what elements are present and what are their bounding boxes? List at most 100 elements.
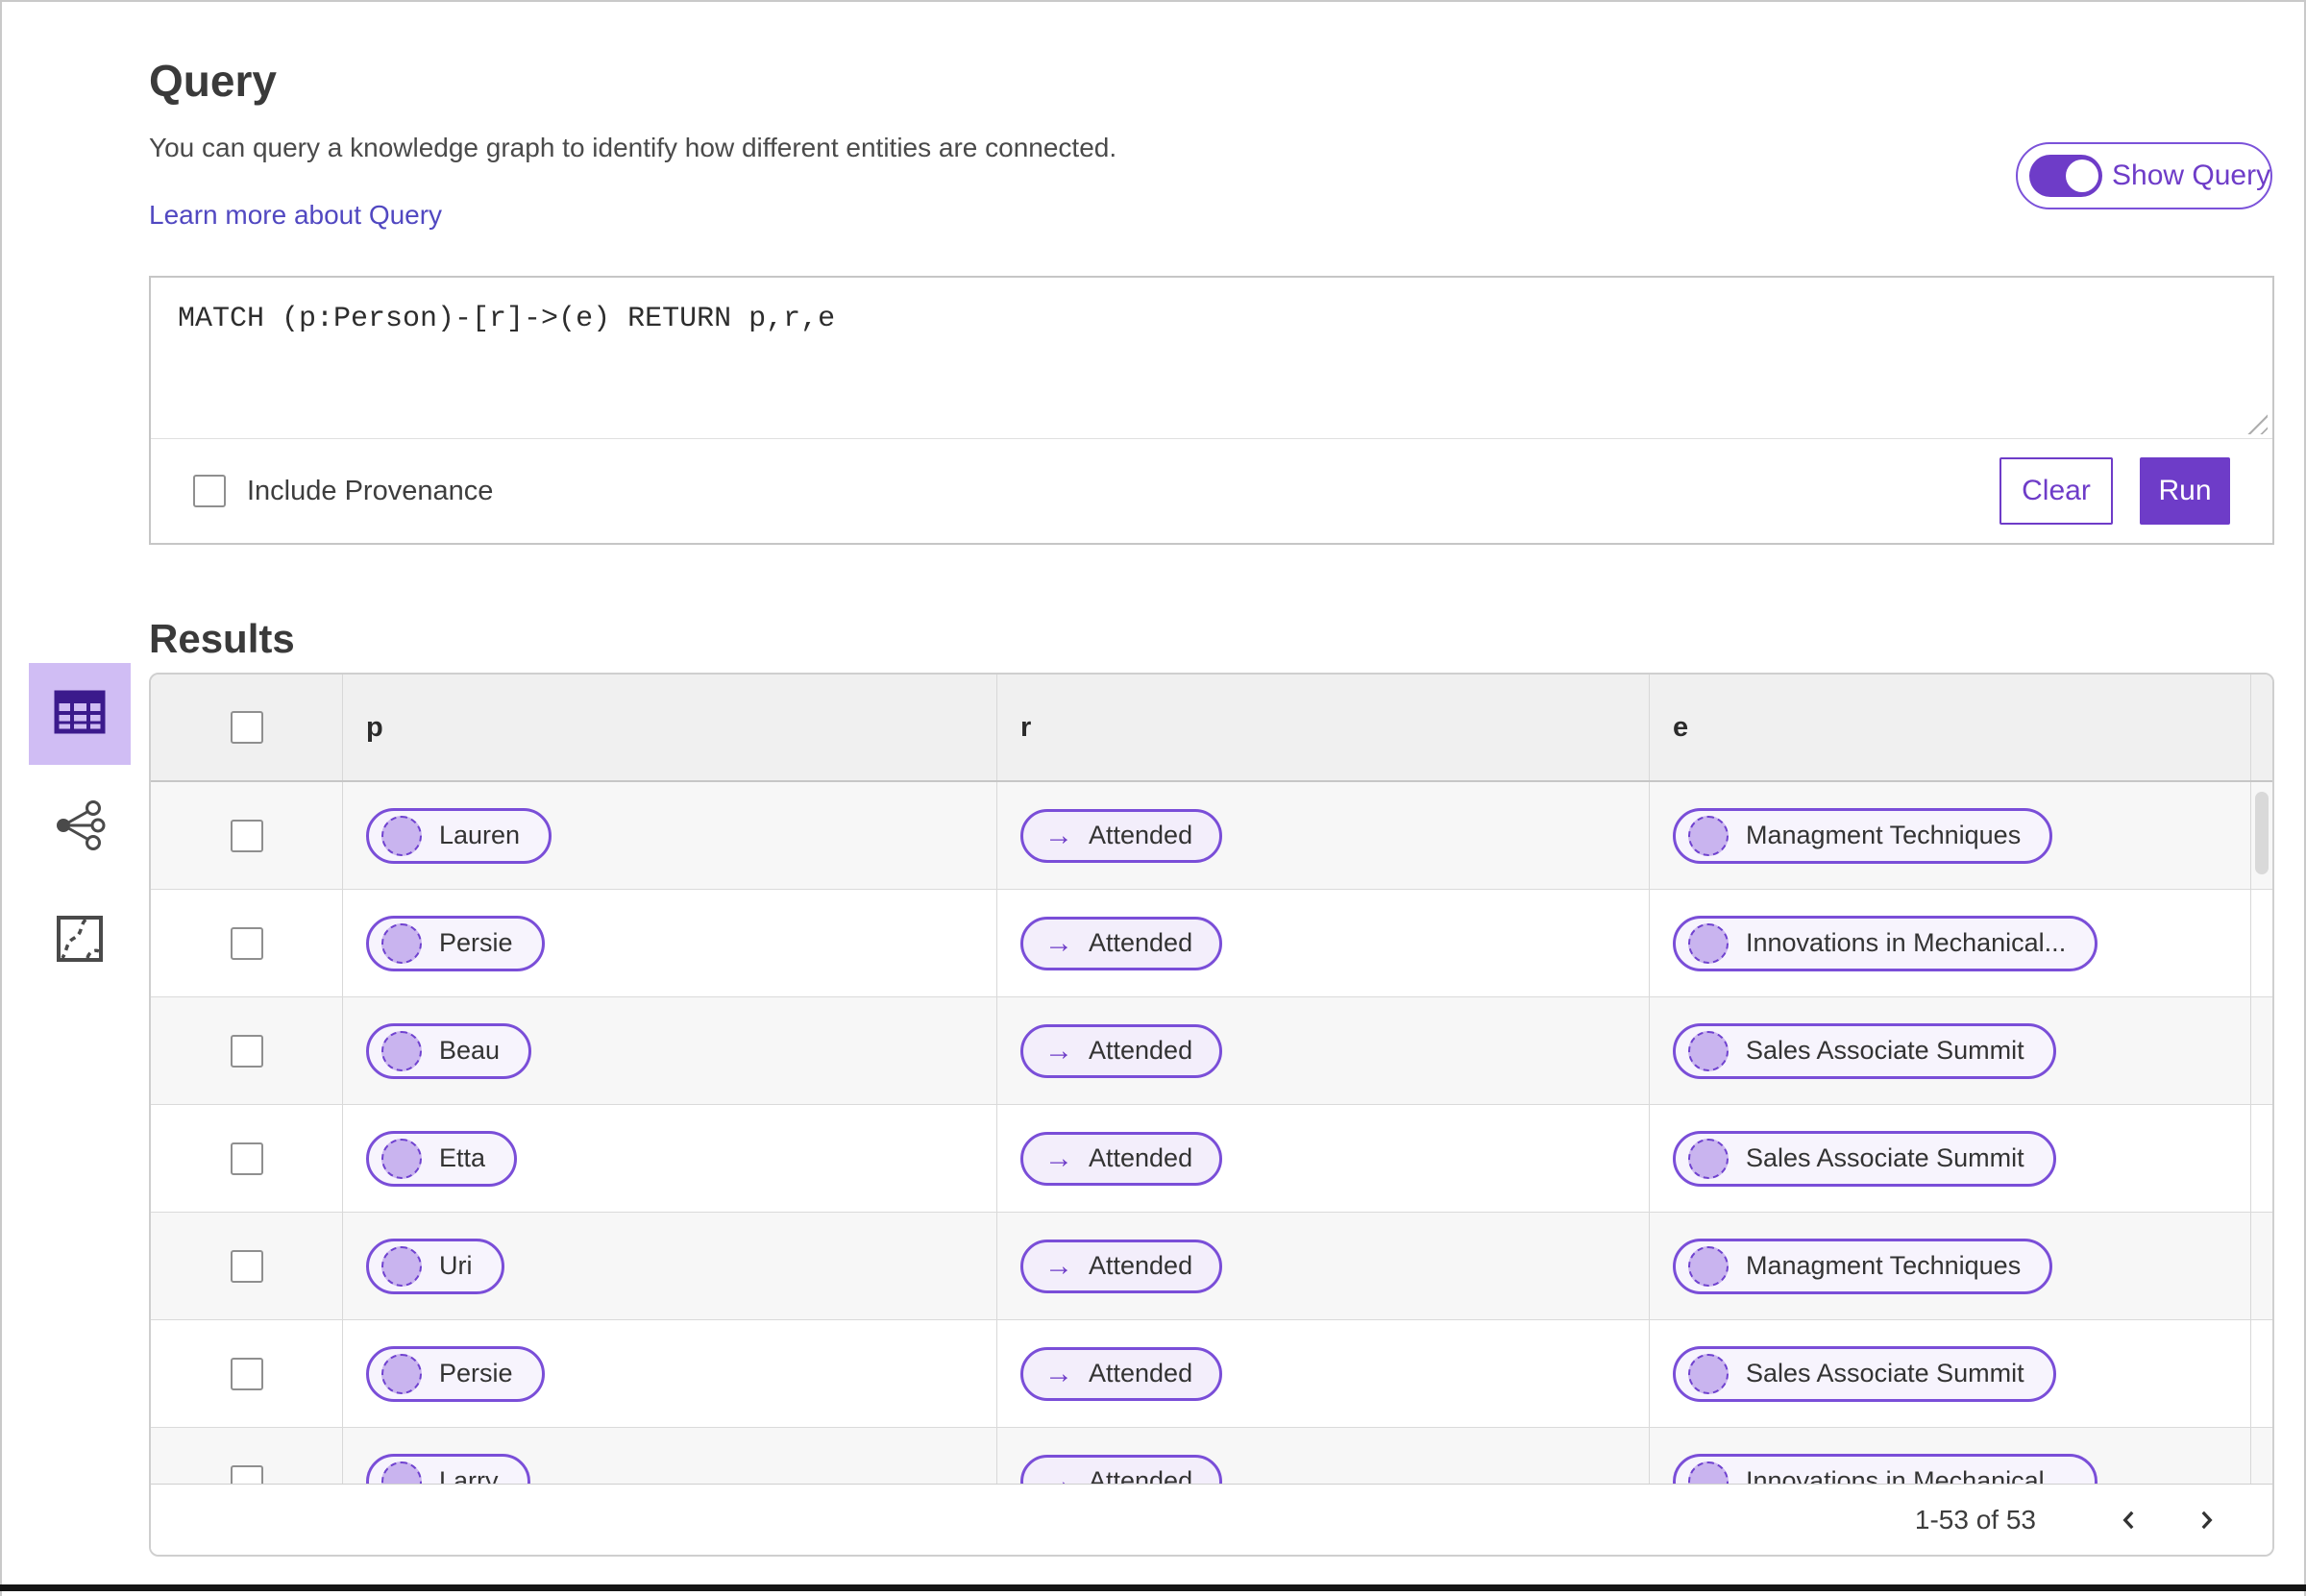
entity-pill[interactable]: Managment Techniques xyxy=(1673,807,2053,864)
node-circle-icon xyxy=(381,1461,422,1485)
tab-map-view[interactable] xyxy=(29,890,131,992)
entity-label: Larry xyxy=(439,1466,499,1485)
row-cell-e: Innovations in Mechanical... xyxy=(1650,890,2251,996)
table-row: Uri → Attended Managment Techniques xyxy=(151,1213,2272,1320)
relation-label: Attended xyxy=(1089,1359,1193,1387)
row-cell-p: Lauren xyxy=(343,782,997,889)
row-cell-e: Managment Techniques xyxy=(1650,1213,2251,1319)
row-cell-e: Sales Associate Summit xyxy=(1650,1320,2251,1427)
table-body: Lauren → Attended Managment Techniques Pe… xyxy=(151,782,2272,1485)
network-icon xyxy=(52,798,108,858)
show-query-toggle[interactable]: Show Query xyxy=(2016,142,2272,209)
select-all-checkbox[interactable] xyxy=(230,711,263,744)
toggle-knob xyxy=(2066,160,2098,192)
run-button[interactable]: Run xyxy=(2140,457,2230,525)
scrollbar-gutter xyxy=(2251,675,2272,780)
row-cell-e: Sales Associate Summit xyxy=(1650,997,2251,1104)
node-circle-icon xyxy=(381,815,422,856)
relation-pill[interactable]: → Attended xyxy=(1020,808,1223,863)
row-checkbox[interactable] xyxy=(230,1357,263,1390)
entity-pill[interactable]: Sales Associate Summit xyxy=(1673,1130,2056,1187)
row-checkbox[interactable] xyxy=(230,819,263,852)
entity-pill[interactable]: Sales Associate Summit xyxy=(1673,1022,2056,1079)
relation-label: Attended xyxy=(1089,1036,1193,1065)
entity-label: Sales Associate Summit xyxy=(1746,1036,2024,1065)
relation-pill[interactable]: → Attended xyxy=(1020,1454,1223,1485)
row-cell-checkbox xyxy=(151,1428,343,1485)
entity-pill[interactable]: Beau xyxy=(366,1022,532,1079)
entity-pill[interactable]: Persie xyxy=(366,915,545,971)
scrollbar-gutter xyxy=(2251,890,2272,996)
row-cell-r: → Attended xyxy=(997,997,1650,1104)
scrollbar-gutter xyxy=(2251,1320,2272,1427)
relation-pill[interactable]: → Attended xyxy=(1020,1023,1223,1078)
relation-label: Attended xyxy=(1089,928,1193,957)
row-cell-r: → Attended xyxy=(997,1105,1650,1212)
entity-pill[interactable]: Innovations in Mechanical... xyxy=(1673,1453,2098,1485)
entity-pill[interactable]: Uri xyxy=(366,1238,504,1294)
entity-pill[interactable]: Persie xyxy=(366,1345,545,1402)
node-circle-icon xyxy=(381,922,422,964)
entity-pill[interactable]: Innovations in Mechanical... xyxy=(1673,915,2098,971)
row-cell-p: Larry xyxy=(343,1428,997,1485)
chevron-left-icon[interactable] xyxy=(2103,1494,2155,1546)
node-circle-icon xyxy=(1688,1353,1729,1394)
arrow-right-icon: → xyxy=(1044,1142,1073,1174)
relation-pill[interactable]: → Attended xyxy=(1020,916,1223,970)
tab-table-view[interactable] xyxy=(29,663,131,765)
node-circle-icon xyxy=(1688,1030,1729,1071)
node-circle-icon xyxy=(1688,1138,1729,1179)
toggle-on-icon[interactable] xyxy=(2029,155,2102,197)
row-cell-checkbox xyxy=(151,1105,343,1212)
entity-label: Managment Techniques xyxy=(1746,821,2022,849)
node-circle-icon xyxy=(1688,1245,1729,1287)
include-provenance-checkbox[interactable] xyxy=(193,475,226,507)
results-title: Results xyxy=(149,615,295,661)
vertical-scrollbar-thumb[interactable] xyxy=(2255,792,2269,874)
clear-button[interactable]: Clear xyxy=(1999,457,2113,525)
show-query-label: Show Query xyxy=(2112,160,2271,191)
row-cell-p: Beau xyxy=(343,997,997,1104)
scrollbar-gutter xyxy=(2251,1428,2272,1485)
pagination-bar: 1-53 of 53 xyxy=(151,1484,2272,1555)
tab-graph-view[interactable] xyxy=(29,776,131,878)
entity-label: Lauren xyxy=(439,821,521,849)
row-cell-p: Etta xyxy=(343,1105,997,1212)
row-checkbox[interactable] xyxy=(230,1464,263,1485)
row-cell-checkbox xyxy=(151,782,343,889)
row-cell-r: → Attended xyxy=(997,782,1650,889)
entity-pill[interactable]: Sales Associate Summit xyxy=(1673,1345,2056,1402)
entity-pill[interactable]: Larry xyxy=(366,1453,530,1485)
entity-pill[interactable]: Lauren xyxy=(366,807,552,864)
chevron-right-icon[interactable] xyxy=(2180,1494,2232,1546)
row-cell-checkbox xyxy=(151,890,343,996)
relation-pill[interactable]: → Attended xyxy=(1020,1239,1223,1293)
entity-pill[interactable]: Etta xyxy=(366,1130,518,1187)
table-row: Larry → Attended Innovations in Mechanica… xyxy=(151,1428,2272,1485)
query-textarea[interactable]: MATCH (p:Person)-[r]->(e) RETURN p,r,e xyxy=(151,278,2272,439)
relation-pill[interactable]: → Attended xyxy=(1020,1346,1223,1401)
row-cell-r: → Attended xyxy=(997,1213,1650,1319)
row-cell-r: → Attended xyxy=(997,890,1650,996)
entity-label: Etta xyxy=(439,1143,486,1172)
row-checkbox[interactable] xyxy=(230,1142,263,1175)
row-checkbox[interactable] xyxy=(230,926,263,960)
entity-pill[interactable]: Managment Techniques xyxy=(1673,1238,2053,1294)
node-circle-icon xyxy=(1688,922,1729,964)
arrow-right-icon: → xyxy=(1044,926,1073,959)
row-checkbox[interactable] xyxy=(230,1034,263,1068)
table-row: Etta → Attended Sales Associate Summit xyxy=(151,1105,2272,1213)
table-row: Persie → Attended Innovations in Mechanic… xyxy=(151,890,2272,997)
scrollbar-gutter xyxy=(2251,1105,2272,1212)
entity-label: Beau xyxy=(439,1036,501,1065)
page-range-label: 1-53 of 53 xyxy=(1914,1504,2036,1535)
include-provenance-label: Include Provenance xyxy=(247,475,494,506)
relation-pill[interactable]: → Attended xyxy=(1020,1131,1223,1186)
scrollbar-gutter xyxy=(2251,1213,2272,1319)
table-row: Beau → Attended Sales Associate Summit xyxy=(151,997,2272,1105)
results-view-sidebar xyxy=(29,663,131,992)
page-title: Query xyxy=(149,55,277,106)
learn-more-link[interactable]: Learn more about Query xyxy=(149,200,442,231)
row-checkbox[interactable] xyxy=(230,1249,263,1283)
header-cell-checkbox xyxy=(151,675,343,780)
